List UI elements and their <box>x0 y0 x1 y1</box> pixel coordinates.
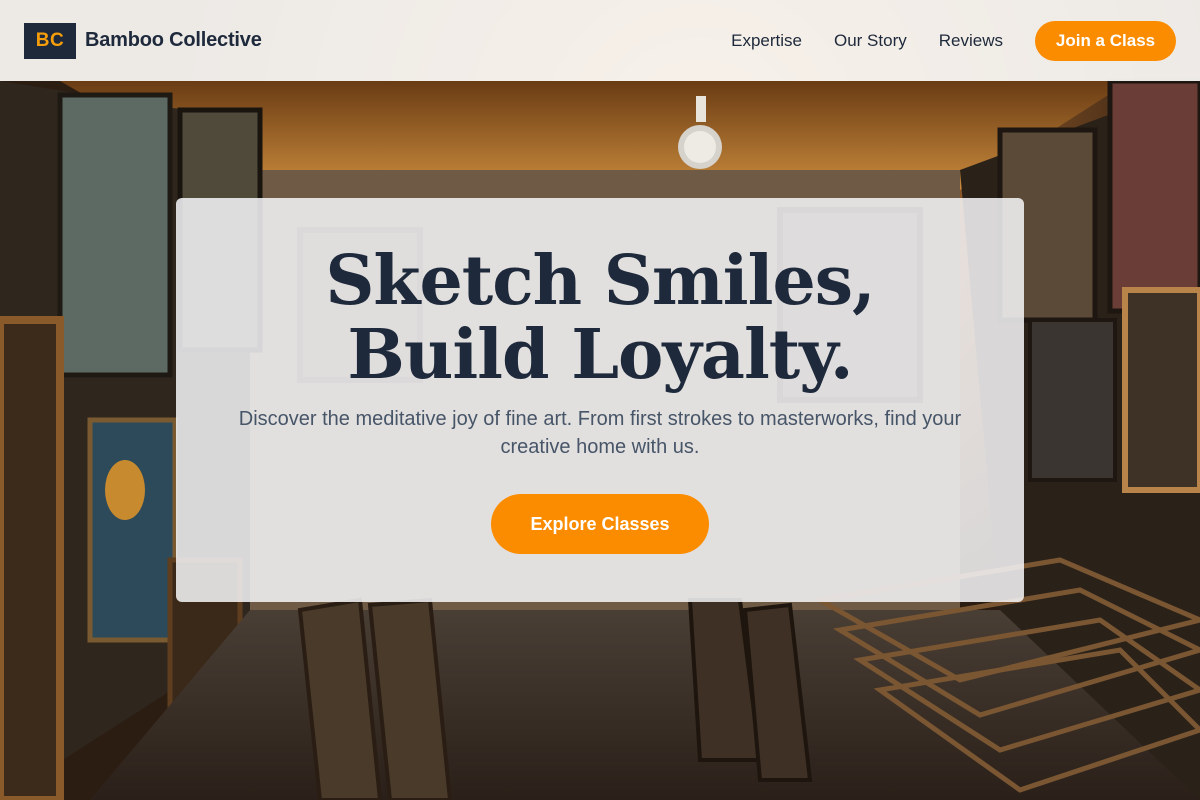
brand-name: Bamboo Collective <box>85 29 262 51</box>
site-header: BC Bamboo Collective Expertise Our Story… <box>0 0 1200 81</box>
join-class-button[interactable]: Join a Class <box>1035 20 1176 61</box>
explore-classes-button[interactable]: Explore Classes <box>491 494 709 554</box>
hero-subtitle: Discover the meditative joy of fine art.… <box>238 408 962 458</box>
hero-card: Sketch Smiles, Build Loyalty. Discover t… <box>176 198 1024 602</box>
brand-link[interactable]: BC Bamboo Collective <box>24 22 262 59</box>
hero-title: Sketch Smiles, Build Loyalty. <box>325 241 875 395</box>
nav-link-our-story[interactable]: Our Story <box>834 31 907 51</box>
nav-link-expertise[interactable]: Expertise <box>731 31 802 51</box>
nav-link-reviews[interactable]: Reviews <box>939 31 1003 51</box>
page: BC Bamboo Collective Expertise Our Story… <box>0 0 1200 800</box>
main-nav: Expertise Our Story Reviews Join a Class <box>731 20 1176 61</box>
brand-logo: BC <box>24 22 76 59</box>
